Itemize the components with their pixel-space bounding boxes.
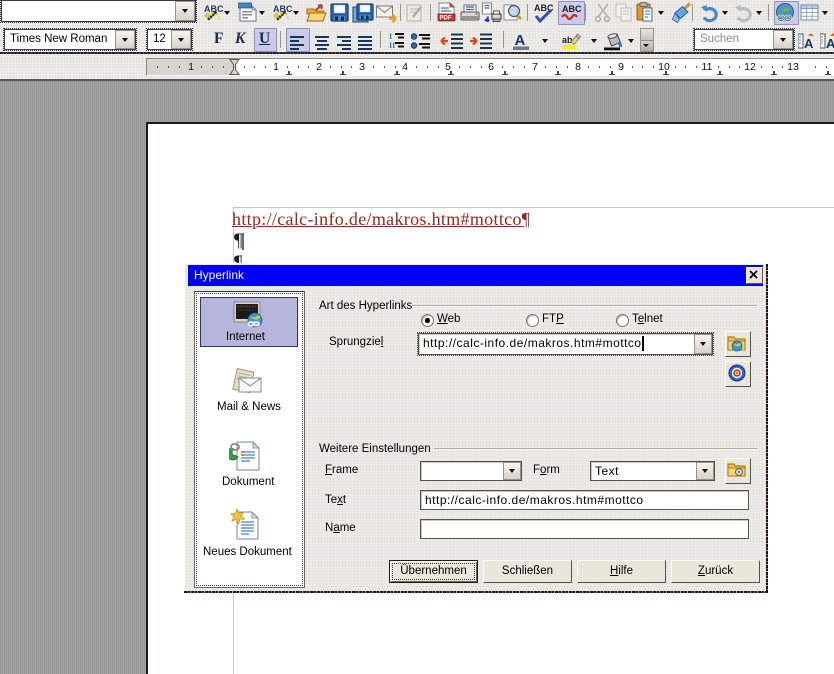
svg-text:PDF: PDF — [440, 16, 452, 22]
svg-text:ab: ab — [562, 35, 573, 45]
svg-text:I: I — [389, 32, 392, 41]
svg-text:A: A — [515, 32, 526, 49]
svg-text:ABC: ABC — [562, 4, 581, 14]
svg-text:A: A — [826, 36, 834, 51]
svg-text:A: A — [804, 36, 814, 51]
svg-text:II: II — [389, 41, 395, 50]
